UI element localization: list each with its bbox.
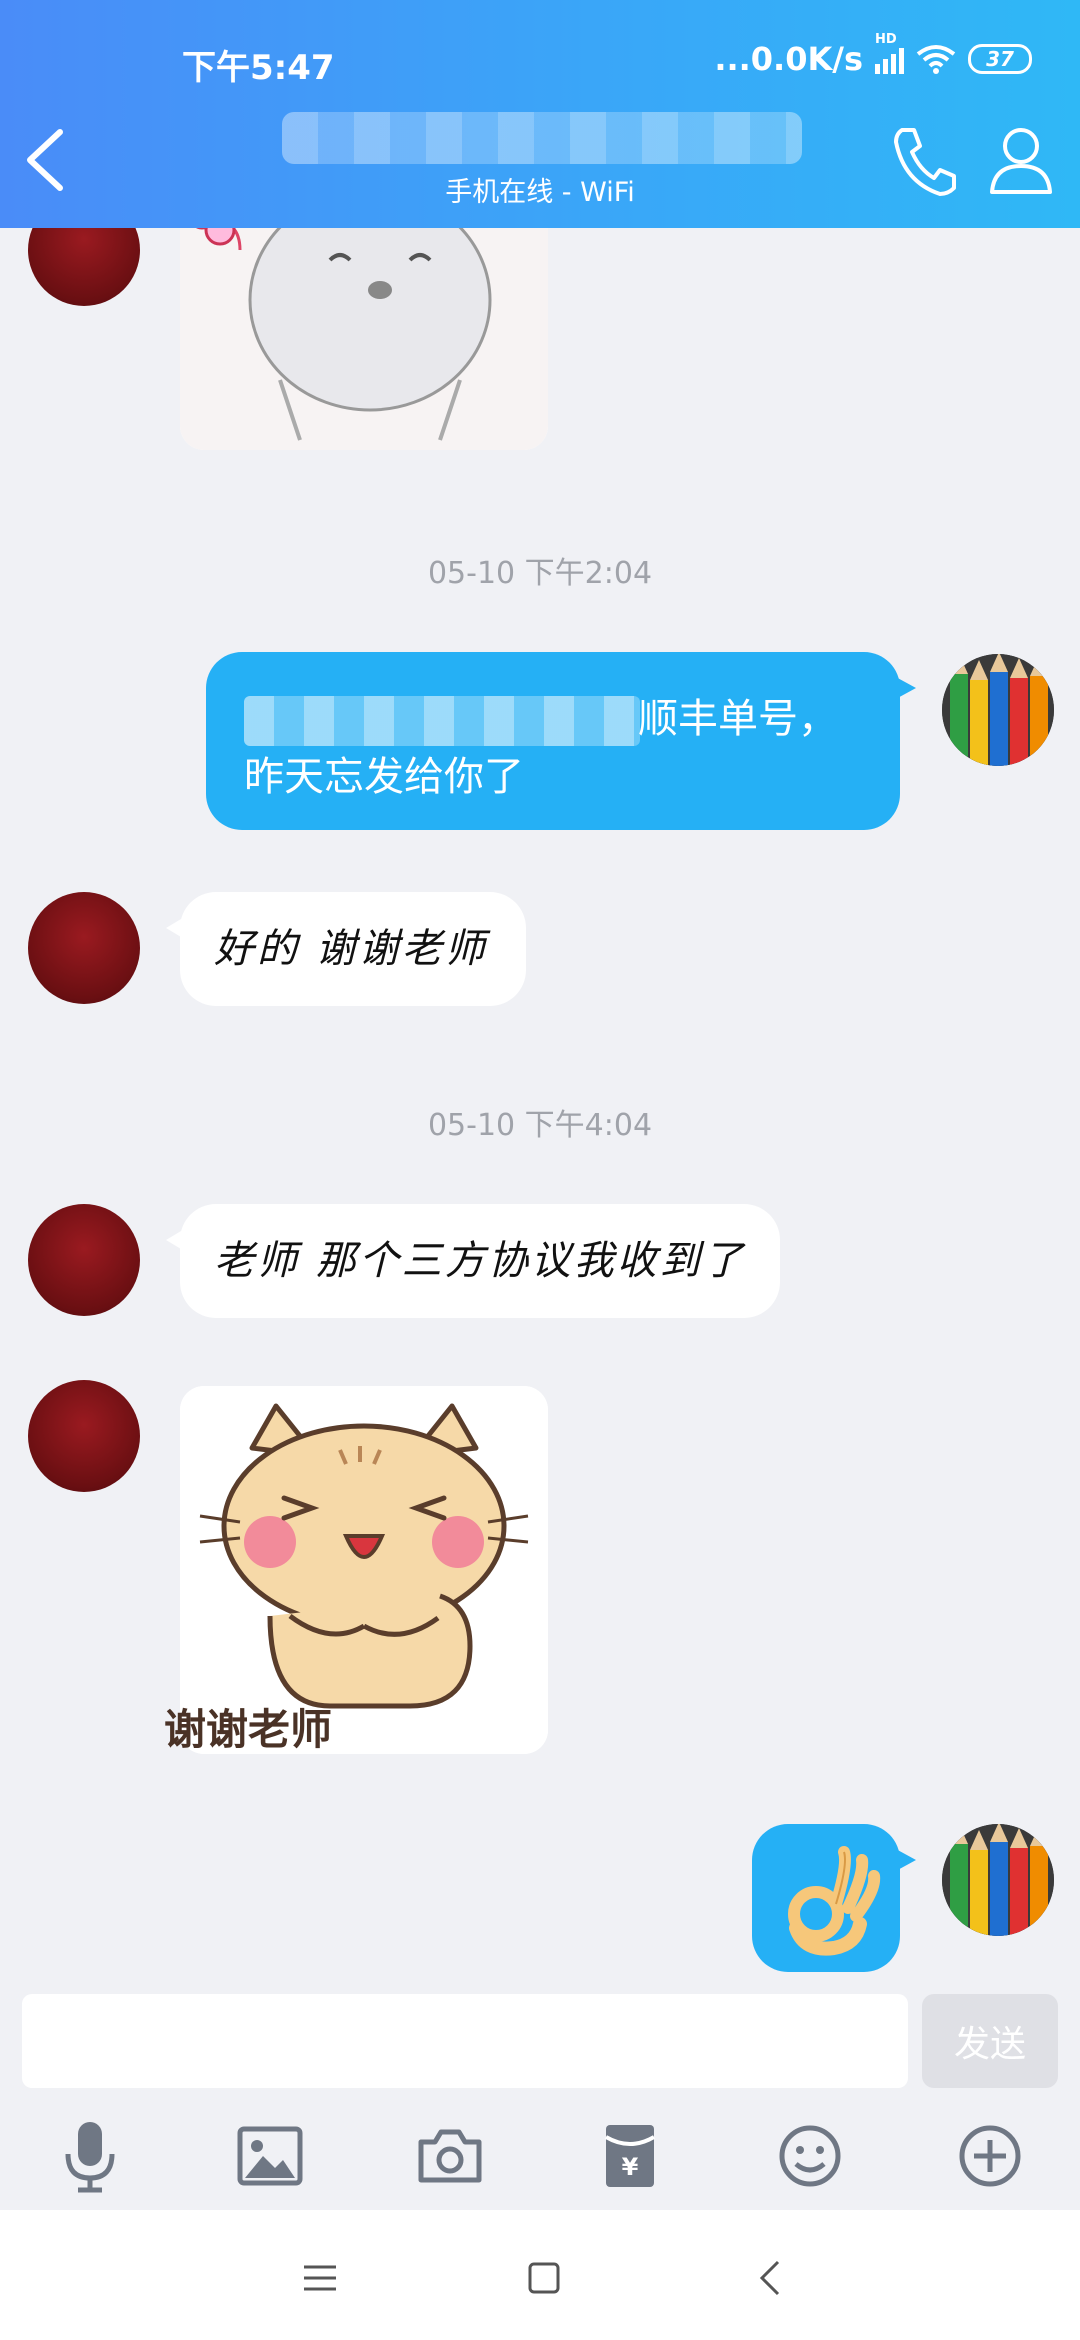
image-button[interactable] (232, 2118, 308, 2194)
self-message-bubble[interactable]: 顺丰单号， 昨天忘发给你了 (206, 652, 916, 830)
signal-icon: HD (875, 32, 904, 74)
more-button[interactable] (952, 2118, 1028, 2194)
ok-hand-emoji (788, 1846, 881, 1956)
contact-name-redacted (282, 112, 802, 164)
battery-icon: 37 (968, 44, 1032, 74)
self-avatar[interactable] (942, 1824, 1054, 1936)
emoji-button[interactable] (772, 2118, 848, 2194)
peer-avatar[interactable] (28, 1204, 140, 1316)
peer-message-bubble[interactable]: 老师 那个三方协议我收到了 (166, 1204, 780, 1318)
network-speed: ...0.0K/s (714, 40, 863, 78)
home-square-icon (528, 2262, 560, 2294)
svg-text:¥: ¥ (622, 2153, 639, 2181)
call-button[interactable] (888, 122, 958, 198)
chat-header: 下午5:47 ...0.0K/s HD 37 手机在线 - WiFi (0, 0, 1080, 228)
plus-icon (959, 2125, 1021, 2187)
image-icon (237, 2126, 303, 2186)
microphone-icon (65, 2122, 115, 2193)
message-timestamp: 05-10 下午2:04 (427, 556, 653, 591)
peer-avatar[interactable] (28, 892, 140, 1004)
message-text: 昨天忘发给你了 (244, 754, 524, 800)
profile-button[interactable] (988, 122, 1054, 198)
voice-button[interactable] (52, 2118, 128, 2194)
redacted-text (244, 696, 640, 746)
emoji-icon (779, 2125, 841, 2187)
camera-button[interactable] (412, 2118, 488, 2194)
status-time: 下午5:47 (182, 48, 335, 88)
message-input[interactable] (22, 1994, 908, 2088)
colored-pencils-avatar-image (942, 1824, 1054, 1936)
signal-label: HD (875, 32, 897, 47)
peer-message-bubble[interactable]: 好的 谢谢老师 (166, 892, 526, 1006)
back-icon (759, 2260, 780, 2296)
home-button[interactable] (514, 2248, 574, 2308)
system-navbar (0, 2210, 1080, 2340)
status-indicators: ...0.0K/s HD 37 (714, 32, 1032, 78)
send-button[interactable]: 发送 (922, 1994, 1058, 2088)
peer-avatar[interactable] (28, 1380, 140, 1492)
message-text: 老师 那个三方协议我收到了 (214, 1238, 746, 1284)
menu-icon (304, 2265, 336, 2291)
sticker-caption: 谢谢老师 (164, 1705, 333, 1754)
message-text: 好的 谢谢老师 (214, 926, 488, 972)
camera-icon (418, 2129, 482, 2183)
chat-toolbar: ¥ (0, 2100, 1080, 2210)
colored-pencils-avatar-image (942, 654, 1054, 766)
self-avatar[interactable] (942, 654, 1054, 766)
red-packet-button[interactable]: ¥ (592, 2118, 668, 2194)
message-text: 顺丰单号， (638, 696, 838, 742)
person-icon (990, 128, 1052, 194)
phone-icon (894, 128, 956, 196)
red-packet-icon: ¥ (604, 2125, 656, 2187)
nav-back-button[interactable] (740, 2248, 800, 2308)
message-timestamp: 05-10 下午4:04 (427, 1108, 653, 1143)
menu-button[interactable] (290, 2248, 350, 2308)
self-emoji-bubble[interactable] (752, 1824, 916, 1972)
wifi-icon (916, 45, 956, 74)
